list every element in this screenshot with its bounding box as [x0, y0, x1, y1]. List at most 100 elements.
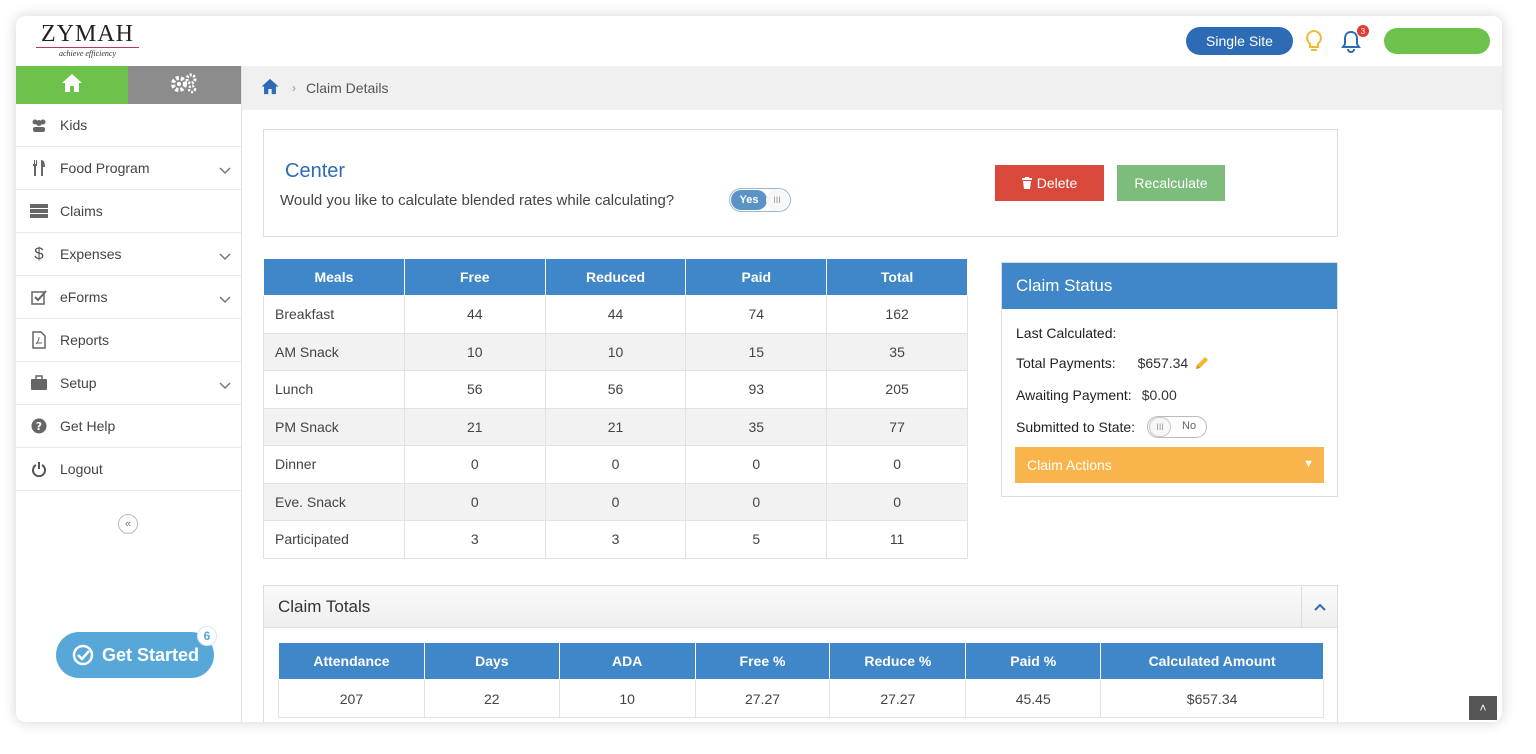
sidebar-item-label: Get Help [60, 418, 116, 434]
column-header: Free [403, 258, 546, 296]
meals-table: Meals Free Reduced Paid Total Breakfast … [263, 258, 968, 559]
sidebar-collapse-button[interactable]: « [118, 514, 138, 534]
trash-icon [1021, 177, 1032, 189]
logo-divider [36, 47, 139, 48]
table-cell: AM Snack [263, 332, 405, 371]
user-menu-button[interactable] [1384, 28, 1490, 54]
chevron-up-icon[interactable] [1301, 586, 1337, 628]
chevron-down-icon [219, 162, 231, 178]
table-cell: 10 [558, 679, 696, 718]
table-cell: 207 [278, 679, 425, 718]
question-icon: ? [30, 417, 48, 435]
submitted-to-state-toggle[interactable]: III No [1147, 416, 1208, 438]
table-cell: Lunch [263, 370, 405, 409]
lightbulb-icon[interactable] [1303, 28, 1325, 54]
table-row: Eve. Snack 0 0 0 0 [263, 482, 968, 521]
toggle-knob: III [766, 190, 788, 210]
sidebar-item-get-help[interactable]: ? Get Help [16, 405, 241, 448]
table-cell: 0 [685, 482, 828, 521]
get-started-count-badge: 6 [197, 626, 217, 646]
claim-totals-header: Claim Totals [264, 586, 1337, 628]
last-calculated-label: Last Calculated: [1016, 325, 1117, 341]
claim-status-panel: Claim Status Last Calculated: Total Paym… [1001, 262, 1338, 497]
get-started-button[interactable]: Get Started [56, 632, 214, 678]
sidebar-item-setup[interactable]: Setup [16, 362, 241, 405]
recalculate-button[interactable]: Recalculate [1117, 165, 1225, 201]
sidebar-item-expenses[interactable]: $ Expenses [16, 233, 241, 276]
pencil-icon[interactable] [1194, 355, 1210, 371]
table-cell: 0 [685, 445, 828, 484]
sidebar-item-label: Kids [60, 117, 88, 133]
check-circle-icon [72, 644, 94, 666]
sidebar-tab-settings[interactable] [127, 66, 241, 104]
table-cell: 44 [403, 295, 546, 334]
table-cell: 0 [544, 482, 687, 521]
double-chevron-up-icon: ˄ [1479, 701, 1487, 715]
column-header: Calculated Amount [1100, 642, 1324, 680]
blended-rates-toggle[interactable]: Yes III [729, 188, 791, 212]
table-header-row: Attendance Days ADA Free % Reduce % Paid… [278, 642, 1324, 680]
table-cell: $657.34 [1100, 679, 1324, 718]
scroll-to-top-button[interactable]: ˄ [1469, 696, 1497, 720]
table-header-row: Meals Free Reduced Paid Total [263, 258, 968, 296]
table-cell: Eve. Snack [263, 482, 405, 521]
sidebar-tabs [16, 66, 241, 104]
submitted-to-state-label: Submitted to State: [1016, 419, 1136, 435]
center-panel: Center Would you like to calculate blend… [263, 129, 1338, 237]
column-header: Paid % [965, 642, 1102, 680]
table-cell: 0 [403, 482, 546, 521]
checkbox-icon [30, 288, 48, 306]
table-cell: 0 [403, 445, 546, 484]
table-cell: 205 [826, 370, 968, 409]
sidebar-item-reports[interactable]: Reports [16, 319, 241, 362]
home-icon [61, 73, 83, 98]
table-cell: 0 [826, 445, 968, 484]
claim-actions-dropdown[interactable]: Claim Actions ▼ [1015, 447, 1324, 483]
single-site-button[interactable]: Single Site [1186, 27, 1293, 55]
briefcase-icon [30, 374, 48, 392]
notification-badge: 3 [1357, 25, 1369, 37]
column-header: Days [423, 642, 560, 680]
table-cell: Dinner [263, 445, 405, 484]
sidebar-item-food-program[interactable]: Food Program [16, 147, 241, 190]
zymah-logo[interactable]: ZYMAH achieve efficiency [30, 22, 145, 59]
table-cell: 35 [826, 332, 968, 371]
awaiting-payment-label: Awaiting Payment: [1016, 387, 1132, 403]
breadcrumb-current: Claim Details [306, 80, 389, 96]
claim-actions-label: Claim Actions [1027, 457, 1112, 473]
table-cell: 21 [544, 407, 687, 446]
chevron-down-icon [219, 291, 231, 307]
column-header: Attendance [278, 642, 425, 680]
table-cell: 77 [826, 407, 968, 446]
fork-knife-icon [30, 159, 48, 177]
claim-totals-table: Attendance Days ADA Free % Reduce % Paid… [278, 642, 1324, 718]
table-cell: 44 [544, 295, 687, 334]
sidebar-item-claims[interactable]: Claims [16, 190, 241, 233]
sidebar-item-label: Expenses [60, 246, 122, 262]
table-cell: 22 [423, 679, 560, 718]
delete-button[interactable]: Delete [995, 165, 1104, 201]
claim-status-title: Claim Status [1002, 263, 1337, 309]
claims-icon [30, 202, 48, 220]
table-row: AM Snack 10 10 15 35 [263, 332, 968, 371]
column-header: Meals [263, 258, 405, 296]
breadcrumb-home-icon[interactable] [260, 78, 280, 98]
table-cell: 56 [544, 370, 687, 409]
pdf-icon [30, 331, 48, 349]
sidebar-item-eforms[interactable]: eForms [16, 276, 241, 319]
table-row: Lunch 56 56 93 205 [263, 370, 968, 409]
sidebar-item-logout[interactable]: Logout [16, 448, 241, 491]
gears-icon [169, 72, 199, 99]
claim-totals-panel: Claim Totals Attendance Days ADA Free % … [263, 585, 1338, 722]
delete-label: Delete [1036, 175, 1078, 191]
sidebar-item-kids[interactable]: Kids [16, 104, 241, 147]
table-row: PM Snack 21 21 35 77 [263, 407, 968, 446]
table-cell: 5 [685, 520, 828, 559]
table-cell: 0 [544, 445, 687, 484]
sidebar-item-label: Reports [60, 332, 110, 348]
table-cell: 162 [826, 295, 968, 334]
table-cell: Participated [263, 520, 405, 559]
sidebar-tab-home[interactable] [16, 66, 128, 104]
table-cell: 35 [685, 407, 828, 446]
table-cell: PM Snack [263, 407, 405, 446]
